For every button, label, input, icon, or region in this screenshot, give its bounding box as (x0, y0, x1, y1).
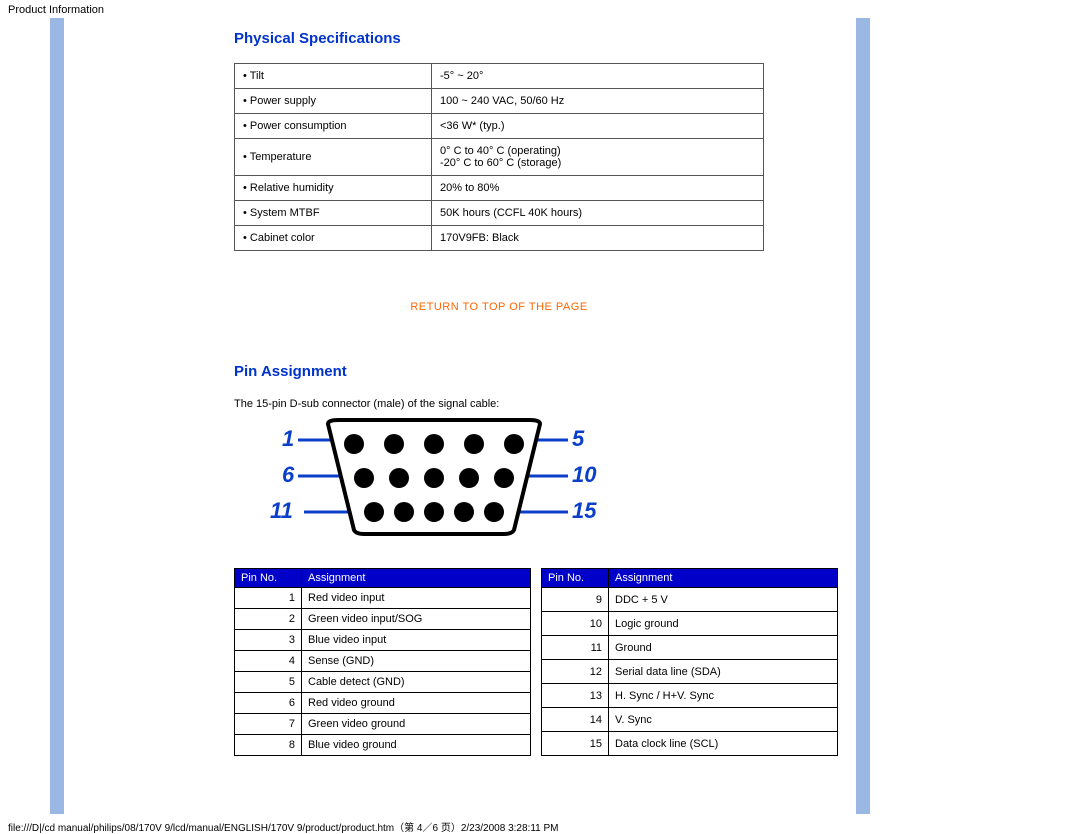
pin-row: 1Red video input (235, 588, 531, 609)
spec-label: • System MTBF (235, 201, 432, 226)
spec-label: • Relative humidity (235, 176, 432, 201)
pin-no: 9 (542, 588, 609, 612)
return-to-top-link[interactable]: RETURN TO TOP OF THE PAGE (234, 301, 764, 313)
pin-row: 14V. Sync (542, 708, 838, 732)
pin-no: 8 (235, 735, 302, 756)
pin-no: 11 (542, 636, 609, 660)
pin-row: 9DDC + 5 V (542, 588, 838, 612)
pin-no: 13 (542, 684, 609, 708)
spec-value: 0° C to 40° C (operating) -20° C to 60° … (432, 139, 764, 176)
pin-assign: Sense (GND) (302, 651, 531, 672)
spec-label: • Temperature (235, 139, 432, 176)
col-assignment: Assignment (302, 569, 531, 588)
pin-assign: H. Sync / H+V. Sync (609, 684, 838, 708)
pin-assign: Data clock line (SCL) (609, 732, 838, 756)
pin-row: 5Cable detect (GND) (235, 672, 531, 693)
spec-row: • System MTBF50K hours (CCFL 40K hours) (235, 201, 764, 226)
spec-label: • Tilt (235, 64, 432, 89)
pin-assign: Red video ground (302, 693, 531, 714)
pin-row: 15Data clock line (SCL) (542, 732, 838, 756)
spec-value: -5° ~ 20° (432, 64, 764, 89)
spec-row: • Cabinet color170V9FB: Black (235, 226, 764, 251)
dsub-diagram: 1 6 11 5 10 15 (254, 418, 614, 538)
pin-no: 7 (235, 714, 302, 735)
pin-row: 6Red video ground (235, 693, 531, 714)
pin-no: 5 (235, 672, 302, 693)
pin-assign: Green video ground (302, 714, 531, 735)
pin-row: 10Logic ground (542, 612, 838, 636)
pin-row: 12Serial data line (SDA) (542, 660, 838, 684)
physical-spec-table: • Tilt-5° ~ 20° • Power supply100 ~ 240 … (234, 63, 764, 251)
pin-assign: Ground (609, 636, 838, 660)
pin-assign: Red video input (302, 588, 531, 609)
pin-row: 11Ground (542, 636, 838, 660)
pin-table-right: Pin No. Assignment 9DDC + 5 V 10Logic gr… (541, 568, 838, 756)
pin-assign: Blue video ground (302, 735, 531, 756)
pin-no: 14 (542, 708, 609, 732)
heading-pin-assignment: Pin Assignment (234, 363, 1026, 380)
left-stripe (50, 18, 64, 814)
pin-assign: Cable detect (GND) (302, 672, 531, 693)
pin-row: 3Blue video input (235, 630, 531, 651)
col-pin-no: Pin No. (235, 569, 302, 588)
col-assignment: Assignment (609, 569, 838, 588)
pin-assign: Logic ground (609, 612, 838, 636)
spec-row: • Tilt-5° ~ 20° (235, 64, 764, 89)
pin-no: 15 (542, 732, 609, 756)
pin-assignment-tables: Pin No. Assignment 1Red video input 2Gre… (234, 568, 1026, 756)
pin-no: 3 (235, 630, 302, 651)
spec-row: • Relative humidity20% to 80% (235, 176, 764, 201)
pin-table-left: Pin No. Assignment 1Red video input 2Gre… (234, 568, 531, 756)
spec-value: 50K hours (CCFL 40K hours) (432, 201, 764, 226)
spec-label: • Power supply (235, 89, 432, 114)
pin-row: 13H. Sync / H+V. Sync (542, 684, 838, 708)
spec-value: 20% to 80% (432, 176, 764, 201)
pin-assign: Serial data line (SDA) (609, 660, 838, 684)
page-header: Product Information (8, 4, 104, 16)
spec-value: 100 ~ 240 VAC, 50/60 Hz (432, 89, 764, 114)
spec-row: • Power supply100 ~ 240 VAC, 50/60 Hz (235, 89, 764, 114)
pin-row: 8Blue video ground (235, 735, 531, 756)
pin-assign: V. Sync (609, 708, 838, 732)
spec-value: 170V9FB: Black (432, 226, 764, 251)
pin-assignment-intro: The 15-pin D-sub connector (male) of the… (234, 398, 1026, 410)
col-pin-no: Pin No. (542, 569, 609, 588)
spec-row: • Power consumption<36 W* (typ.) (235, 114, 764, 139)
pin-row: 4Sense (GND) (235, 651, 531, 672)
spec-row: • Temperature0° C to 40° C (operating) -… (235, 139, 764, 176)
pin-no: 6 (235, 693, 302, 714)
heading-physical-specifications: Physical Specifications (234, 30, 1026, 47)
content-area: Physical Specifications • Tilt-5° ~ 20° … (64, 18, 1026, 756)
spec-label: • Power consumption (235, 114, 432, 139)
spec-value: <36 W* (typ.) (432, 114, 764, 139)
pin-assign: DDC + 5 V (609, 588, 838, 612)
pin-row: 7Green video ground (235, 714, 531, 735)
pin-assign: Blue video input (302, 630, 531, 651)
pin-no: 4 (235, 651, 302, 672)
dsub-connector-icon (254, 418, 614, 538)
pin-no: 10 (542, 612, 609, 636)
spec-label: • Cabinet color (235, 226, 432, 251)
pin-no: 12 (542, 660, 609, 684)
pin-no: 2 (235, 609, 302, 630)
pin-no: 1 (235, 588, 302, 609)
page-footer: file:///D|/cd manual/philips/08/170V 9/l… (8, 819, 558, 834)
pin-row: 2Green video input/SOG (235, 609, 531, 630)
pin-assign: Green video input/SOG (302, 609, 531, 630)
